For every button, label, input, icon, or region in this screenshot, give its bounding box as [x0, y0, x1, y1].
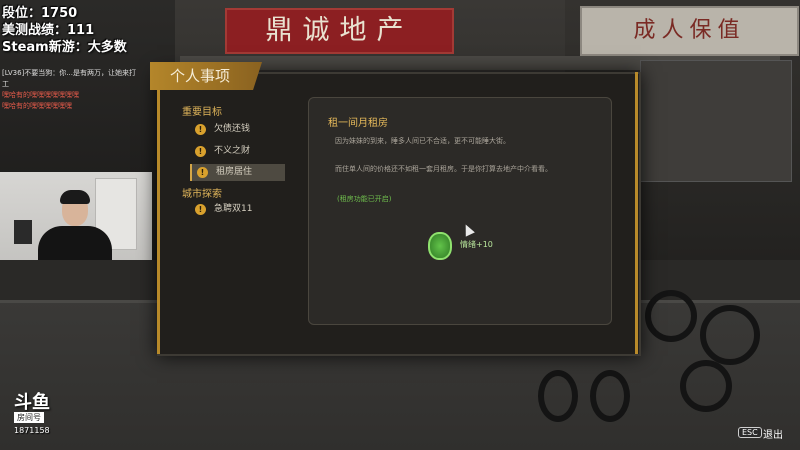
exclamation-icon: !	[195, 146, 206, 157]
scooter-wheel-icon	[590, 370, 630, 422]
task-detail-paragraph: 而住单人间的价格还不如租一套月租房。于是你打算去地产中介看看。	[335, 165, 552, 173]
section-heading-city: 城市探索	[182, 189, 222, 200]
exclamation-icon: !	[195, 204, 206, 215]
reward-text: 情绪+10	[460, 240, 493, 249]
chat-message: 嘿哈有的嘿嘿嘿嘿嘿嘿嘿	[2, 91, 79, 99]
panel-title: 个人事项	[150, 62, 262, 90]
douyu-logo: 斗鱼	[14, 392, 50, 413]
chat-message: 嘿哈有的嘿嘿嘿嘿嘿嘿	[2, 102, 72, 110]
bicycle-wheel-icon	[700, 305, 760, 365]
task-detail-paragraph: 因为妹妹的到来，睡多人间已不合适，更不可能睡大街。	[335, 137, 510, 145]
task-label: 租房居住	[216, 167, 253, 177]
esc-key-hint[interactable]: ESC	[738, 427, 762, 438]
chat-message: [LV36]不要当狗：你...是有两万，让她来打	[2, 69, 136, 77]
chat-message: 工	[2, 80, 9, 88]
bicycle-wheel-icon	[645, 290, 697, 342]
room-id: 1871158	[14, 426, 50, 435]
task-item-double11-hiring[interactable]: ! 急聘双11	[190, 201, 285, 218]
bicycle-wheel-icon	[680, 360, 732, 412]
exclamation-icon: !	[195, 124, 206, 135]
stream-game-text: Steam新游：大多数	[2, 40, 127, 55]
task-detail-title: 租一间月租房	[328, 118, 388, 129]
mood-face-icon	[428, 232, 452, 260]
task-item-repay-debt[interactable]: ! 欠债还钱	[190, 121, 285, 138]
store-sign-right: 成人保值	[580, 6, 799, 56]
real-estate-shop-sign: 鼎诚地产	[225, 8, 454, 54]
scooter-wheel-icon	[538, 370, 578, 422]
task-item-illicit-money[interactable]: ! 不义之财	[190, 143, 285, 160]
task-label: 不义之财	[214, 146, 251, 156]
streamer-webcam	[0, 172, 152, 260]
exit-button[interactable]: 退出	[763, 426, 783, 441]
section-heading-important: 重要目标	[182, 107, 222, 118]
task-label: 欠债还钱	[214, 124, 251, 134]
chat-log: [LV36]不要当狗：你...是有两万，让她来打 工 嘿哈有的嘿嘿嘿嘿嘿嘿嘿 嘿…	[2, 68, 152, 112]
unlock-note: (租房功能已开启)	[337, 195, 392, 203]
exclamation-icon: !	[197, 167, 208, 178]
task-item-rent-housing[interactable]: ! 租房居住	[190, 164, 285, 181]
task-detail-card	[308, 97, 612, 325]
wall-machine	[640, 60, 792, 182]
task-label: 急聘双11	[214, 204, 253, 214]
room-label: 房间号	[14, 412, 44, 423]
